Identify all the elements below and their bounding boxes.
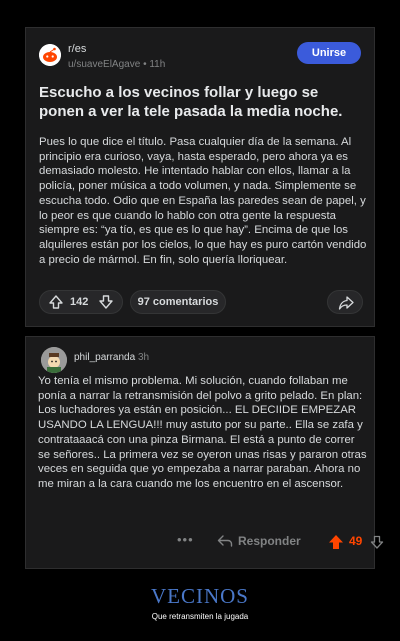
post-author[interactable]: u/suaveElAgave [68, 59, 140, 70]
reply-icon[interactable] [217, 534, 233, 553]
user-avatar[interactable] [41, 347, 67, 373]
join-button[interactable]: Unirse [297, 42, 361, 64]
comments-button[interactable]: 97 comentarios [130, 290, 226, 314]
comment-age: 3h [137, 352, 150, 363]
reply-button[interactable]: Responder [238, 534, 301, 548]
meme-subtitle: Que retransmiten la jugada [151, 612, 249, 621]
share-icon [338, 296, 354, 310]
post-title[interactable]: Escucho a los vecinos follar y luego se … [39, 83, 363, 121]
comment-body: Yo tenía el mismo problema. Mi solución,… [38, 375, 367, 490]
post-meta: u/suaveElAgave • 11h [68, 59, 165, 70]
subreddit-avatar[interactable] [39, 44, 61, 66]
upvote-count: 142 [70, 296, 89, 308]
downvote-button[interactable] [98, 291, 114, 321]
upvote-arrow-icon [49, 295, 63, 309]
comment-actions: ••• Responder 49 [26, 530, 384, 555]
upvote-button[interactable] [48, 291, 64, 321]
downvote-arrow-icon [99, 295, 113, 309]
post-body: Pues lo que dice el título. Pasa cualqui… [39, 136, 367, 266]
share-button[interactable] [327, 290, 363, 314]
avatar-character-icon [41, 347, 67, 373]
comment-upvote-button[interactable] [328, 534, 344, 555]
comment-header: phil_parranda 3h [74, 352, 149, 363]
more-options-button[interactable]: ••• [177, 532, 194, 547]
reddit-alien-icon [39, 44, 61, 66]
upvote-filled-icon [329, 535, 343, 549]
meme-title: VECINOS [150, 584, 249, 608]
vote-control: 142 [39, 290, 123, 314]
comment-downvote-button[interactable] [370, 534, 384, 555]
post-age: 11h [149, 59, 166, 70]
downvote-arrow-icon [370, 535, 384, 549]
comment-score: 49 [349, 534, 363, 548]
comment-card: phil_parranda 3h Yo tenía el mismo probl… [25, 336, 384, 569]
subreddit-name[interactable]: r/es [68, 43, 86, 55]
post-card: r/es u/suaveElAgave • 11h Unirse Escucho… [25, 27, 375, 327]
comment-username[interactable]: phil_parranda [74, 352, 135, 363]
